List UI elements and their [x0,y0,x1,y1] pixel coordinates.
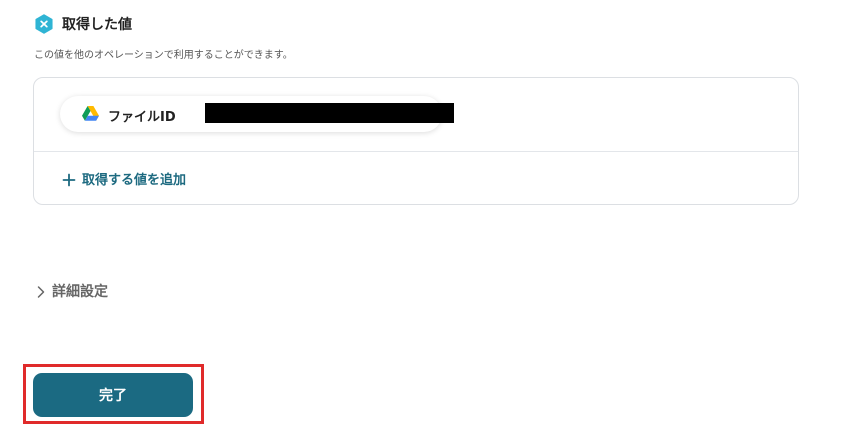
section-title: 取得した値 [62,17,132,33]
advanced-settings-label: 詳細設定 [52,284,108,300]
value-chip-label: ファイルID [108,110,176,125]
done-button[interactable]: 完了 [33,373,193,417]
values-card: ファイルID 取得する値を追加 [33,77,799,205]
card-divider [34,151,798,152]
section-header: 取得した値 [34,14,132,34]
page-root: 取得した値 この値を他のオペレーションで利用することができます。 ファイルID [0,0,842,437]
variable-badge-icon [34,14,54,34]
google-drive-icon [82,106,99,121]
values-list: ファイルID [34,78,798,151]
advanced-settings-toggle[interactable]: 詳細設定 [36,281,108,301]
value-chip-file-id[interactable]: ファイルID [60,96,454,132]
add-value-button[interactable]: 取得する値を追加 [62,169,186,188]
add-value-label: 取得する値を追加 [82,173,187,188]
chevron-right-icon [36,284,46,298]
plus-icon [62,172,76,186]
redacted-value [205,103,454,123]
section-description: この値を他のオペレーションで利用することができます。 [34,50,293,61]
